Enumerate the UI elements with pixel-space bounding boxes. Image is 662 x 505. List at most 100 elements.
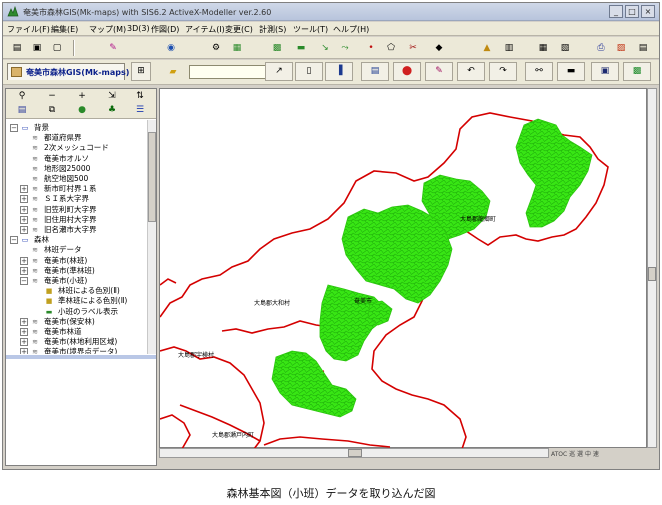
minus-icon[interactable]: − (38, 90, 66, 103)
expand-icon[interactable]: + (20, 215, 28, 224)
menu-tools[interactable]: ツール(T) (293, 24, 328, 35)
toolbar-separator (73, 40, 75, 56)
layer-icon: ≋ (32, 144, 38, 153)
draw-icon[interactable]: ✎ (425, 62, 453, 81)
map-icon (11, 67, 22, 77)
boundary-line (221, 320, 331, 334)
settings-icon[interactable]: ⚙ (208, 40, 224, 56)
polygon-icon[interactable]: ⬠ (383, 40, 399, 56)
menu-edit[interactable]: 編集(E) (51, 24, 78, 35)
edit-icon[interactable]: ✂ (405, 40, 421, 56)
menu-change[interactable]: 変更(C) (225, 24, 253, 35)
sort-icon[interactable]: ⇅ (126, 90, 154, 103)
tree-scroll-thumb[interactable] (148, 132, 156, 222)
style-icon[interactable]: ☰ (126, 104, 154, 117)
open-icon[interactable]: ▤ (9, 40, 25, 56)
grid-icon[interactable]: ▥ (501, 40, 517, 56)
frame-icon[interactable]: ▢ (49, 40, 65, 56)
menu-3d[interactable]: 3D(3) (127, 24, 150, 33)
layer-add-icon[interactable]: ▩ (269, 40, 285, 56)
map-hscroll-thumb[interactable] (348, 449, 362, 457)
forest-polygon (341, 204, 453, 304)
search-icon[interactable]: ⚲ (8, 90, 36, 103)
expand-icon[interactable]: + (20, 317, 28, 326)
expand-icon[interactable]: + (20, 256, 28, 265)
label-icon[interactable]: ♣ (98, 104, 126, 117)
layer-icon: ≋ (32, 215, 38, 224)
add-layer-icon[interactable]: ⇲ (98, 90, 126, 103)
globe-icon[interactable]: ◉ (163, 40, 179, 56)
nav-icon[interactable]: ⊞ (131, 62, 151, 81)
properties-icon[interactable]: ▤ (8, 104, 36, 117)
expand-icon[interactable]: + (20, 328, 28, 336)
tree-item-label: 奄美市(境界点データ) (44, 347, 118, 354)
app-window: 奄美市森林GIS(Mk-maps) with SIS6.2 ActiveX-Mo… (2, 2, 660, 470)
layer-remove-icon[interactable]: ▬ (293, 40, 309, 56)
layer-icon: ≋ (32, 328, 38, 336)
polyline-icon[interactable]: ⤳ (337, 40, 353, 56)
map-label-tatsugo: 大島郡龍郷町 (460, 215, 496, 223)
close-button[interactable]: × (641, 5, 655, 18)
collapse-icon[interactable]: − (10, 124, 18, 132)
undo-icon[interactable]: ↶ (457, 62, 485, 81)
triangle-icon[interactable]: ▲ (479, 40, 495, 56)
layer-icon: ≋ (32, 134, 38, 143)
report-icon[interactable]: ▧ (557, 40, 573, 56)
select-arrow-icon[interactable]: ↗ (265, 62, 293, 81)
columns-icon[interactable]: ▐ (325, 62, 353, 81)
binoculars-icon[interactable]: ⚯ (525, 62, 553, 81)
layer-icon: ≋ (32, 226, 38, 234)
menu-help[interactable]: ヘルプ(H) (333, 24, 369, 35)
print-icon[interactable]: ⎙ (593, 40, 609, 56)
layer-icon: ≋ (32, 175, 38, 183)
map-horizontal-scrollbar[interactable] (159, 448, 549, 458)
list-icon[interactable]: ▬ (557, 62, 585, 81)
plus-icon[interactable]: + (68, 90, 96, 103)
export-icon[interactable]: ▨ (613, 40, 629, 56)
folder-icon[interactable]: ▰ (165, 64, 181, 80)
map-vscroll-thumb[interactable] (648, 267, 656, 281)
tree-scrollbar[interactable] (147, 120, 156, 354)
point-icon[interactable]: • (363, 40, 379, 56)
line-icon[interactable]: ↘ (317, 40, 333, 56)
layer-icon: ≋ (32, 164, 38, 173)
visible-icon[interactable]: ● (68, 104, 96, 117)
collapse-icon[interactable]: − (20, 277, 28, 285)
redo-icon[interactable]: ↷ (489, 62, 517, 81)
coordinate-input[interactable] (189, 65, 269, 79)
node-icon[interactable]: ◆ (431, 40, 447, 56)
map-canvas[interactable]: 大島郡龍郷町 大島郡大和村 奄美市 大島郡宇検村 大島郡瀬戸内町 (159, 88, 647, 450)
layer-icon: ≋ (32, 256, 38, 265)
maximize-button[interactable]: □ (625, 5, 639, 18)
expand-icon[interactable]: + (20, 338, 28, 347)
window-split-icon[interactable]: ▤ (361, 62, 389, 81)
map-tab[interactable]: 奄美市森林GIS(Mk-maps) (7, 63, 129, 80)
expand-icon[interactable]: + (20, 348, 28, 354)
expand-icon[interactable]: + (20, 266, 28, 275)
layer-icon[interactable]: ▦ (229, 40, 245, 56)
expand-icon[interactable]: + (20, 226, 28, 234)
forest-compartments (271, 118, 593, 418)
expand-icon[interactable]: + (20, 185, 28, 194)
menu-draw[interactable]: 作図(D) (151, 24, 179, 35)
table-icon[interactable]: ▦ (535, 40, 551, 56)
page-icon[interactable]: ▯ (295, 62, 323, 81)
copy-icon[interactable]: ⧉ (38, 104, 66, 117)
layer-icon: ≋ (32, 195, 38, 204)
image-export-icon[interactable]: ▩ (623, 62, 651, 81)
menu-map[interactable]: マップ(M) (89, 24, 126, 35)
map-label-yamato: 大島郡大和村 (254, 299, 290, 307)
minimize-button[interactable]: _ (609, 5, 623, 18)
collapse-icon[interactable]: − (10, 236, 18, 245)
map-vertical-scrollbar[interactable] (647, 88, 657, 448)
menu-item[interactable]: アイテム(I) (185, 24, 225, 35)
expand-icon[interactable]: + (20, 205, 28, 214)
stop-icon[interactable]: ⬤ (393, 62, 421, 81)
disk-icon[interactable]: ▣ (591, 62, 619, 81)
menu-file[interactable]: ファイル(F) (7, 24, 50, 35)
pen-icon[interactable]: ✎ (105, 40, 121, 56)
menu-measure[interactable]: 計測(S) (259, 24, 286, 35)
save-icon[interactable]: ▤ (635, 40, 651, 56)
window-icon[interactable]: ▣ (29, 40, 45, 56)
expand-icon[interactable]: + (20, 195, 28, 204)
